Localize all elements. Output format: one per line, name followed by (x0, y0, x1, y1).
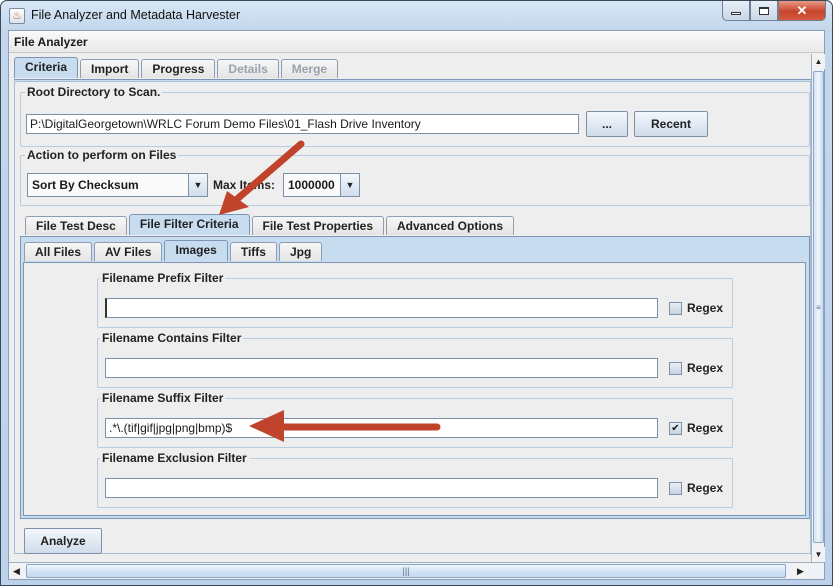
chevron-down-icon[interactable]: ▼ (188, 174, 207, 196)
filter-exclusion-regex-checkbox[interactable] (669, 482, 682, 495)
grip-icon: ≡ (816, 302, 821, 312)
main-tab-bar: Criteria Import Progress Details Merge (14, 57, 340, 78)
vertical-scroll-thumb[interactable]: ≡ (813, 71, 824, 543)
filter-contains-title: Filename Contains Filter (100, 331, 244, 345)
tab-jpg[interactable]: Jpg (278, 242, 323, 261)
tab-tiffs[interactable]: Tiffs (229, 242, 277, 261)
filter-prefix-regex-checkbox[interactable] (669, 302, 682, 315)
close-button[interactable]: ✕ (778, 1, 826, 21)
analyze-button[interactable]: Analyze (24, 528, 102, 554)
images-panel: Filename Prefix Filter Regex Filename Co… (23, 262, 806, 516)
grip-icon: ||| (402, 566, 410, 576)
frame-title: File Analyzer (9, 31, 824, 53)
tab-merge: Merge (280, 59, 339, 78)
filter-contains-regex-checkbox[interactable] (669, 362, 682, 375)
filter-suffix-regex-label: Regex (687, 421, 724, 435)
scroll-up-arrow-icon[interactable]: ▲ (812, 54, 825, 69)
filter-suffix-title: Filename Suffix Filter (100, 391, 226, 405)
tab-file-filter-criteria[interactable]: File Filter Criteria (128, 214, 250, 235)
tab-file-test-desc[interactable]: File Test Desc (25, 216, 127, 235)
horizontal-scroll-thumb[interactable]: ||| (26, 564, 786, 578)
filter-exclusion-input[interactable] (105, 478, 658, 498)
tab-criteria[interactable]: Criteria (14, 57, 79, 78)
tab-import[interactable]: Import (80, 59, 140, 78)
app-window: ♨ File Analyzer and Metadata Harvester ✕… (0, 0, 833, 586)
filter-tab-bar: All Files AV Files Images Tiffs Jpg (24, 240, 324, 261)
maximize-button[interactable] (750, 1, 778, 21)
action-select[interactable]: Sort By Checksum ▼ (27, 173, 208, 197)
criteria-panel: Root Directory to Scan. P:\DigitalGeorge… (14, 81, 811, 554)
action-select-value: Sort By Checksum (32, 178, 139, 192)
vertical-scrollbar[interactable]: ▲ ≡ ▼ (811, 54, 825, 562)
max-items-label: Max Items: (213, 178, 276, 192)
max-items-value: 1000000 (288, 178, 335, 192)
maximize-icon (759, 6, 769, 15)
filter-criteria-panel: All Files AV Files Images Tiffs Jpg File… (20, 236, 810, 519)
client-area: File Analyzer Criteria Import Progress D… (8, 30, 825, 580)
java-cup-icon: ♨ (9, 8, 25, 24)
sub-tab-bar: File Test Desc File Filter Criteria File… (25, 214, 516, 235)
title-bar[interactable]: ♨ File Analyzer and Metadata Harvester ✕ (1, 1, 832, 31)
tab-file-test-properties[interactable]: File Test Properties (251, 216, 384, 235)
scroll-right-arrow-icon[interactable]: ▶ (793, 563, 808, 579)
action-title: Action to perform on Files (25, 148, 179, 162)
root-directory-input[interactable]: P:\DigitalGeorgetown\WRLC Forum Demo Fil… (26, 114, 579, 134)
window-title: File Analyzer and Metadata Harvester (31, 8, 241, 22)
minimize-button[interactable] (722, 1, 750, 21)
chevron-down-icon[interactable]: ▼ (340, 174, 359, 196)
filter-exclusion-regex-label: Regex (687, 481, 724, 495)
filter-exclusion-title: Filename Exclusion Filter (100, 451, 249, 465)
recent-button[interactable]: Recent (634, 111, 708, 137)
browse-button[interactable]: ... (586, 111, 628, 137)
horizontal-scrollbar[interactable]: ◀ ||| ▶ (9, 562, 824, 579)
root-directory-title: Root Directory to Scan. (25, 85, 163, 99)
tab-progress[interactable]: Progress (141, 59, 216, 78)
filter-prefix-title: Filename Prefix Filter (100, 271, 226, 285)
check-icon: ✔ (671, 423, 680, 434)
tab-all-files[interactable]: All Files (24, 242, 93, 261)
filter-contains-regex-label: Regex (687, 361, 724, 375)
tab-details: Details (217, 59, 279, 78)
close-icon: ✕ (796, 2, 808, 18)
tab-images[interactable]: Images (164, 240, 228, 261)
filter-contains-input[interactable] (105, 358, 658, 378)
tab-av-files[interactable]: AV Files (94, 242, 163, 261)
max-items-select[interactable]: 1000000 ▼ (283, 173, 360, 197)
scroll-left-arrow-icon[interactable]: ◀ (9, 563, 24, 579)
scroll-down-arrow-icon[interactable]: ▼ (812, 547, 825, 562)
filter-prefix-input[interactable] (105, 298, 658, 318)
minimize-icon (731, 12, 741, 15)
filter-suffix-input[interactable]: .*\.(tif|gif|jpg|png|bmp)$ (105, 418, 658, 438)
tab-advanced-options[interactable]: Advanced Options (386, 216, 515, 235)
filter-prefix-regex-label: Regex (687, 301, 724, 315)
scroll-viewport: Criteria Import Progress Details Merge R… (11, 54, 814, 564)
filter-suffix-regex-checkbox[interactable]: ✔ (669, 422, 682, 435)
